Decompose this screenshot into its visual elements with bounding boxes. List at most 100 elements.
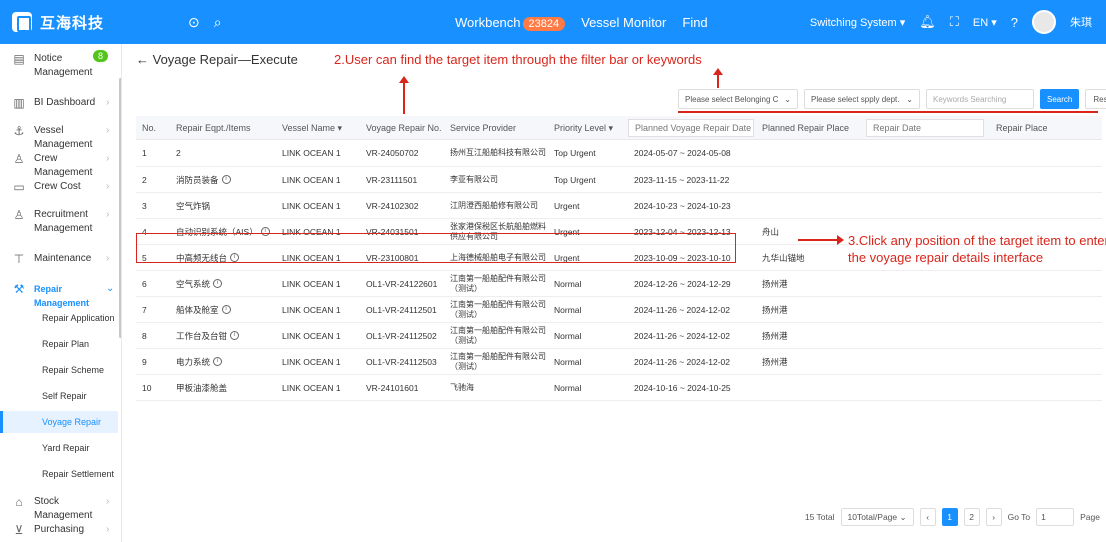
- annotation-arrow: [713, 68, 723, 88]
- info-icon[interactable]: i: [221, 175, 231, 184]
- prev-page-button[interactable]: ‹: [919, 508, 936, 526]
- table-row[interactable]: 7 船体及舱室 i LINK OCEAN 1 OL1-VR-24112501 江南第一船舶…: [136, 297, 1102, 323]
- goto-page-input[interactable]: 1: [1036, 508, 1075, 526]
- belonging-company-select[interactable]: Please select Belonging C ⌄: [678, 89, 798, 109]
- sidebar-item-recruitment[interactable]: ♙ Recruitment Management ›: [0, 208, 118, 236]
- chevron-down-icon: ⌄: [784, 94, 791, 104]
- cell-text: Normal: [554, 304, 582, 315]
- table-row[interactable]: 8 工作台及台钳 i LINK OCEAN 1 OL1-VR-24112502 江南第一船…: [136, 323, 1102, 349]
- sidebar-item-vessel[interactable]: ⚓︎ Vessel Management ›: [0, 124, 118, 152]
- cell-text: 扬州港: [762, 356, 788, 367]
- info-icon[interactable]: i: [213, 357, 223, 366]
- sidebar-sub-repair-scheme[interactable]: Repair Scheme: [0, 359, 118, 381]
- sidebar-item-notice[interactable]: ▤ Notice Management 8: [0, 50, 118, 80]
- cell-text: LINK OCEAN 1: [282, 356, 341, 367]
- cell-text: OL1-VR-24112501: [366, 304, 437, 315]
- bell-icon[interactable]: 🔔︎: [919, 14, 936, 30]
- table-row[interactable]: 6 空气系统 i LINK OCEAN 1 OL1-VR-24122601 江南第一船舶配…: [136, 271, 1102, 297]
- page-2-button[interactable]: 2: [963, 508, 980, 526]
- cell-text: OL1-VR-24112503: [366, 356, 437, 367]
- info-icon[interactable]: i: [221, 305, 231, 314]
- page-size-select[interactable]: 10Total/Page ⌄: [840, 508, 914, 526]
- cell-text: 电力系统: [176, 356, 211, 367]
- cell-no: 2: [142, 167, 147, 192]
- sidebar-item-purchasing[interactable]: ⊻ Purchasing ›: [0, 523, 118, 537]
- cell-text: 扬州港: [762, 304, 788, 315]
- sidebar-item-repair[interactable]: ⚒︎ Repair Management ⌄: [0, 282, 118, 310]
- language-dropdown[interactable]: EN ▾: [973, 16, 997, 29]
- cell-text: 扬州港: [762, 330, 788, 341]
- pagination: 15 Total 10Total/Page ⌄ ‹ 1 2 › Go To 1 …: [805, 508, 1100, 526]
- cell-text: 江南第一船舶配件有限公司（测试）: [450, 299, 546, 319]
- switching-system-dropdown[interactable]: Switching System ▾: [810, 16, 905, 29]
- cart-icon: ⊻: [14, 523, 24, 537]
- search-icon[interactable]: ⌕: [214, 14, 222, 31]
- nav-workbench[interactable]: Workbench 23824: [455, 15, 566, 31]
- table-row[interactable]: 9 电力系统 i LINK OCEAN 1 OL1-VR-24112503 江南第一船舶配…: [136, 349, 1102, 375]
- sidebar-sub-voyage-repair[interactable]: Voyage Repair: [0, 411, 118, 433]
- sidebar-sub-repair-application[interactable]: Repair Application: [0, 307, 118, 329]
- table-row[interactable]: 2 消防员装备 i LINK OCEAN 1 VR-23111501 李亚有限公司 Top …: [136, 167, 1102, 193]
- col-planned-date[interactable]: Planned Voyage Repair Date: [628, 119, 754, 137]
- sidebar-sub-repair-plan[interactable]: Repair Plan: [0, 333, 118, 355]
- cell-planned-place: 扬州港: [762, 349, 788, 374]
- cell-no: 10: [142, 375, 151, 400]
- cell-priority-level: Normal: [554, 349, 581, 374]
- sidebar-item-label: BI Dashboard: [34, 97, 96, 108]
- chevron-right-icon: ›: [106, 153, 110, 164]
- search-button[interactable]: Search: [1040, 89, 1080, 109]
- cell-text: VR-24102302: [366, 200, 419, 211]
- cell-priority-level: Top Urgent: [554, 167, 596, 192]
- annotation-arrow: [798, 235, 844, 245]
- dept-select-value: Please select spply dept.: [811, 94, 900, 104]
- user-name[interactable]: 朱琪: [1070, 14, 1092, 30]
- page-title[interactable]: ← Voyage Repair—Execute: [136, 52, 298, 67]
- reset-button[interactable]: Reset: [1085, 89, 1106, 109]
- cell-service-provider: 江南第一船舶配件有限公司（测试）: [450, 323, 546, 348]
- cell-text: 空气炸锅: [176, 200, 211, 211]
- col-repair-items: Repair Eqpt./Items: [176, 122, 251, 133]
- card-icon: ▭: [13, 180, 25, 194]
- col-repair-date[interactable]: Repair Date: [866, 119, 984, 137]
- clock-icon[interactable]: ⊙: [188, 14, 200, 31]
- cell-planned-date: 2024-11-26 ~ 2024-12-02: [634, 349, 730, 374]
- sidebar-item-crew[interactable]: ♙ Crew Management ›: [0, 152, 118, 180]
- col-vessel-name[interactable]: Vessel Name ▾: [282, 116, 342, 139]
- cell-no: 6: [142, 271, 147, 296]
- sidebar-item-crew-cost[interactable]: ▭ Crew Cost ›: [0, 180, 118, 194]
- sidebar-item-stock[interactable]: ⌂ Stock Management ›: [0, 495, 118, 523]
- table-row[interactable]: 1 2 LINK OCEAN 1 VR-24050702 扬州互江船舶科技有限公司 Top…: [136, 140, 1102, 167]
- cell-service-provider: 江南第一船舶配件有限公司（测试）: [450, 349, 546, 374]
- page-1-button[interactable]: 1: [941, 508, 958, 526]
- next-page-button[interactable]: ›: [985, 508, 1002, 526]
- cell-text: LINK OCEAN 1: [282, 330, 341, 341]
- keywords-search-input[interactable]: Keywords Searching: [926, 89, 1034, 109]
- cell-voyage-repair-no: VR-23111501: [366, 167, 417, 192]
- sidebar-item-bi-dashboard[interactable]: ▥ BI Dashboard ›: [0, 96, 118, 110]
- supply-dept-select[interactable]: Please select spply dept. ⌄: [804, 89, 920, 109]
- help-icon[interactable]: ?: [1011, 15, 1018, 30]
- cell-planned-date: 2024-05-07 ~ 2024-05-08: [634, 140, 731, 166]
- nav-find[interactable]: Find: [682, 15, 707, 30]
- table-row[interactable]: 3 空气炸锅 LINK OCEAN 1 VR-24102302 江阴澄西船舶修有限公司 U…: [136, 193, 1102, 219]
- workbench-count-badge: 23824: [522, 16, 566, 31]
- fullscreen-icon[interactable]: ⛶: [950, 14, 959, 30]
- sidebar-sub-repair-settlement[interactable]: Repair Settlement: [0, 463, 118, 485]
- cell-text: 扬州互江船舶科技有限公司: [450, 148, 546, 157]
- sidebar-sub-yard-repair[interactable]: Yard Repair: [0, 437, 118, 459]
- anchor-icon: ⚓︎: [13, 124, 25, 138]
- sidebar-item-maintenance[interactable]: ⊤ Maintenance ›: [0, 252, 118, 266]
- col-priority-level[interactable]: Priority Level ▾: [554, 116, 613, 139]
- info-icon[interactable]: i: [213, 279, 223, 288]
- annotation-highlight-box: [136, 233, 736, 263]
- cell-text: 2: [142, 174, 147, 185]
- info-icon[interactable]: i: [230, 331, 240, 340]
- user-icon: ♙: [13, 208, 25, 222]
- logo[interactable]: 互海科技: [0, 12, 180, 33]
- table-row[interactable]: 10 甲板油漆舱盖 LINK OCEAN 1 VR-24101601 飞驰海 Normal…: [136, 375, 1102, 401]
- sidebar-sub-self-repair[interactable]: Self Repair: [0, 385, 118, 407]
- nav-vessel-monitor[interactable]: Vessel Monitor: [581, 15, 666, 30]
- cell-no: 8: [142, 323, 147, 348]
- avatar[interactable]: [1032, 10, 1056, 34]
- cell-repair-item: 电力系统 i: [176, 349, 223, 374]
